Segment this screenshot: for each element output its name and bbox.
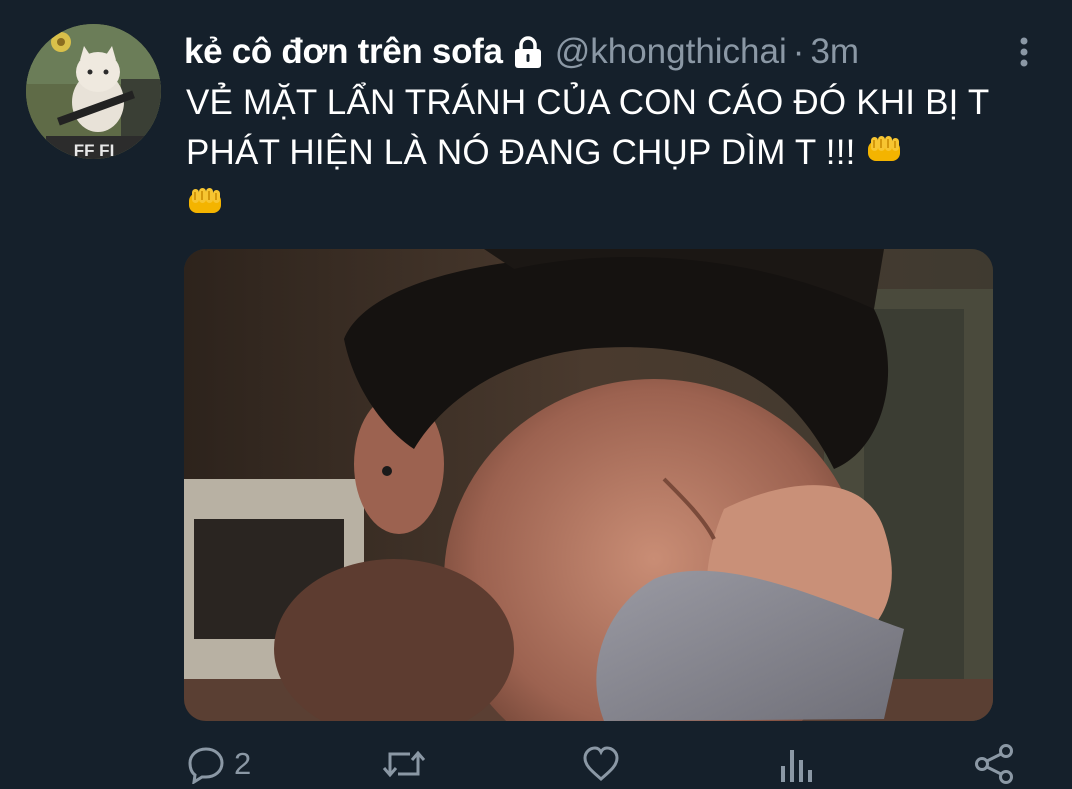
avatar[interactable]: FF FI [26,24,161,159]
tweet-text: VẺ MẶT LẨN TRÁNH CỦA CON CÁO ĐÓ KHI BỊ T… [186,78,1046,232]
retweet-button[interactable] [380,740,428,788]
tweet-photo[interactable] [184,249,993,721]
avatar-text: FF FI [74,141,115,159]
analytics-button[interactable] [778,740,814,788]
share-button[interactable] [972,740,1016,788]
display-name[interactable]: kẻ cô đơn trên sofa [184,32,503,72]
analytics-icon [778,744,814,784]
heart-icon [581,744,621,784]
more-vertical-icon[interactable] [1012,34,1036,74]
avatar-image: FF FI [26,24,161,159]
lock-icon [513,35,543,69]
tweet-header: kẻ cô đơn trên sofa @khongthichai · 3m [184,30,859,74]
reply-icon [186,744,226,784]
timestamp[interactable]: 3m [810,32,859,72]
reply-count: 2 [234,746,252,781]
tweet-actions: 2 [0,740,1072,789]
fist-emoji [186,182,224,232]
like-button[interactable] [581,740,621,788]
reply-button[interactable]: 2 [186,740,251,788]
share-icon [972,743,1016,785]
user-handle[interactable]: @khongthichai [555,32,787,72]
retweet-icon [380,744,428,784]
fist-emoji [865,130,903,180]
separator-dot: · [792,32,805,71]
photo-image [184,249,993,721]
